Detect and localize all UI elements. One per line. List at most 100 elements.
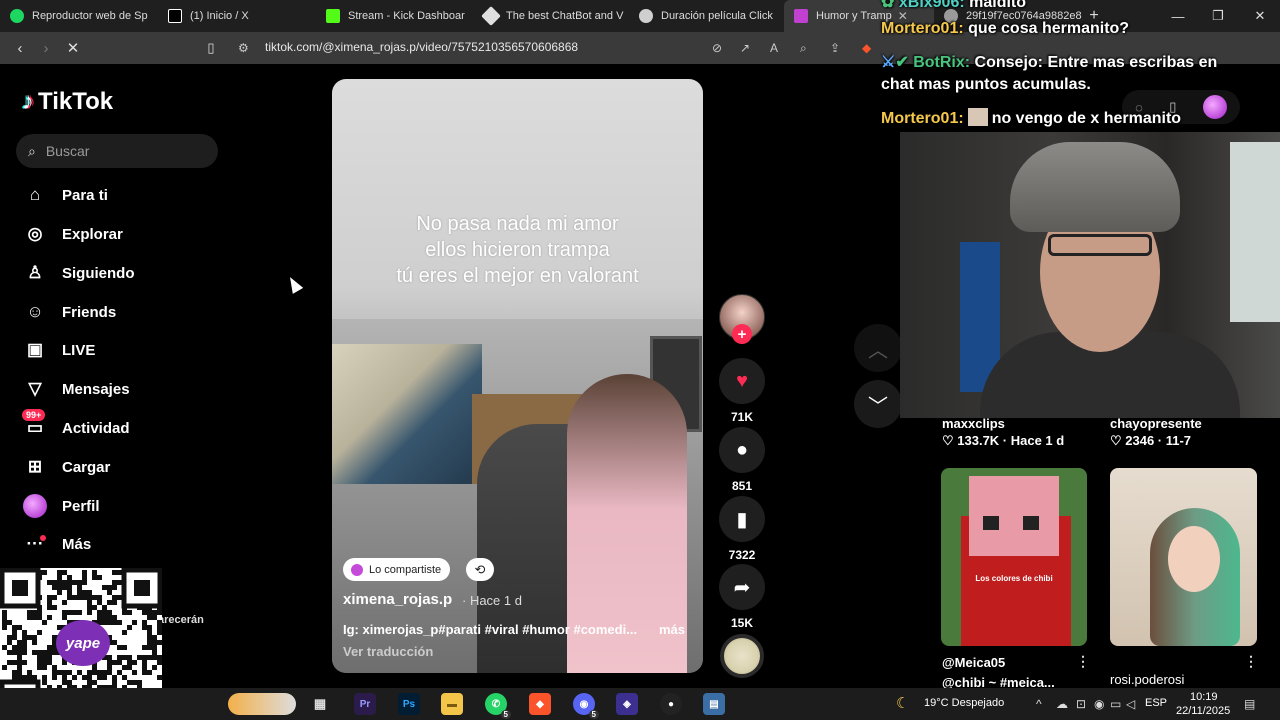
search-box[interactable]: ⌕	[16, 134, 218, 168]
minimize-button[interactable]: —	[1158, 0, 1198, 32]
url-field[interactable]: tiktok.com/@ximena_rojas.p/video/7575210…	[265, 40, 578, 54]
sword-icon: ⚔	[881, 54, 896, 71]
tab-kick[interactable]: Stream - Kick Dashboar	[316, 0, 474, 32]
forward-icon[interactable]: ›	[33, 35, 59, 61]
comment-count: 851	[731, 479, 753, 493]
nav-live[interactable]: ▣ LIVE	[22, 333, 222, 367]
stop-loading-icon[interactable]: ✕	[60, 35, 86, 61]
notepad-icon[interactable]: ▤	[703, 693, 725, 715]
premiere-icon[interactable]: Pr	[354, 693, 376, 715]
more-options-icon[interactable]: ⋮	[1076, 653, 1090, 670]
translate-link[interactable]: Ver traducción	[343, 644, 433, 659]
clock-date[interactable]: 22/11/2025	[1176, 705, 1230, 717]
close-window-button[interactable]: ✕	[1240, 0, 1280, 32]
site-settings-icon[interactable]: ⚙	[238, 41, 249, 55]
repost-icon[interactable]: ⟲	[466, 558, 494, 581]
video-caption: Ig: ximerojas_p#parati #viral #humor #co…	[343, 622, 638, 637]
cloud-icon[interactable]: ☁	[1056, 697, 1068, 711]
nav-mensajes[interactable]: ▽ Mensajes	[22, 372, 222, 406]
rec-thumbnail-minecraft[interactable]: Los colores de chibi	[941, 468, 1087, 646]
avatar[interactable]	[1202, 95, 1227, 119]
avatar	[351, 563, 363, 576]
rec-author[interactable]: maxxclips	[942, 416, 1005, 431]
share-icon[interactable]: ⇪	[830, 41, 840, 55]
network-icon[interactable]: ▭	[1110, 697, 1121, 711]
back-icon[interactable]: ‹	[7, 35, 33, 61]
maximize-button[interactable]: ❐	[1198, 0, 1238, 32]
nav-cargar[interactable]: ⊞ Cargar	[22, 450, 222, 484]
rec-thumbnail-girl[interactable]	[1110, 468, 1257, 646]
caption-more-link[interactable]: más	[659, 622, 685, 637]
tiktok-logo[interactable]: ♪ TikTok	[22, 88, 113, 116]
rec-author[interactable]: chayopresente	[1110, 416, 1202, 431]
clock-time[interactable]: 10:19	[1190, 691, 1218, 703]
weather-text[interactable]: 19°C Despejado	[924, 697, 1004, 709]
comment-icon[interactable]: ●	[719, 427, 765, 473]
nav-label: Friends	[62, 303, 117, 321]
nav-mas[interactable]: ··· Más	[22, 527, 222, 561]
nav-perfil[interactable]: Perfil	[22, 489, 222, 523]
tab-chatgpt[interactable]: Duración película Click	[629, 0, 784, 32]
brave-icon[interactable]: ◆	[529, 693, 551, 715]
chat-username: Mortero01:	[881, 110, 964, 127]
video-author[interactable]: ximena_rojas.p	[343, 591, 452, 608]
video-player[interactable]: No pasa nada mi amor ellos hicieron tram…	[332, 79, 703, 673]
chevron-up-icon[interactable]: ︿	[854, 324, 902, 372]
whatsapp-icon[interactable]: ✆ 5	[485, 693, 511, 719]
translate-icon[interactable]: A	[770, 41, 778, 55]
windows-taskbar: ▦ Pr Ps ▬ ✆ 5 ◆ ◉ 5 ◈ ● ▤ ☾ 19°C Despejado…	[0, 688, 1280, 720]
music-disc-icon[interactable]	[720, 634, 764, 678]
profile-avatar	[22, 493, 48, 519]
like-action[interactable]: ♥ 71K	[718, 358, 766, 424]
zoom-icon[interactable]: ⌕	[800, 41, 807, 56]
tab-spotify[interactable]: Reproductor web de Sp	[0, 0, 158, 32]
nav-explorar[interactable]: ◎ Explorar	[22, 217, 222, 251]
share-arrow-icon[interactable]: ➦	[719, 564, 765, 610]
moon-weather-icon[interactable]: ☾	[896, 694, 909, 712]
nav-para-ti[interactable]: ⌂ Para ti	[22, 178, 222, 212]
rec-author[interactable]: @Meica05	[942, 655, 1005, 670]
file-explorer-icon[interactable]: ▬	[441, 693, 463, 715]
heart-icon[interactable]: ♥	[719, 358, 765, 404]
nav-siguiendo[interactable]: ♙ Siguiendo	[22, 256, 222, 290]
chevron-up-tray-icon[interactable]: ^	[1036, 697, 1042, 711]
app-icon[interactable]: ◈	[616, 693, 638, 715]
mouse-cursor-icon	[284, 274, 304, 294]
task-view-icon[interactable]: ▦	[309, 693, 331, 715]
search-widget-icon[interactable]	[228, 693, 296, 715]
photoshop-icon[interactable]: Ps	[398, 693, 420, 715]
more-options-icon[interactable]: ⋮	[1244, 653, 1258, 670]
bookmark-icon[interactable]: ▮	[719, 496, 765, 542]
obs-icon[interactable]: ●	[660, 693, 682, 715]
nav-friends[interactable]: ☺ Friends	[22, 295, 222, 329]
no-camera-icon[interactable]: ⊘	[712, 41, 722, 55]
camera-icon[interactable]: ◉	[1094, 697, 1104, 711]
discord-icon[interactable]: ◉ 5	[573, 693, 599, 719]
chat-message: Mortero01: no vengo de x hermanito	[881, 108, 1181, 128]
chat-text: Consejo: Entre mas escribas en	[974, 54, 1218, 71]
music-action[interactable]	[718, 634, 766, 678]
chevron-down-icon[interactable]: ﹀	[854, 380, 902, 428]
brave-shield-icon[interactable]: ◆	[862, 41, 871, 55]
language-indicator[interactable]: ESP	[1145, 697, 1167, 709]
tab-label: (1) Inicio / X	[190, 10, 249, 22]
home-icon: ⌂	[29, 185, 41, 204]
usb-icon[interactable]: ⊡	[1076, 697, 1086, 711]
notification-icon[interactable]: ▤	[1244, 697, 1255, 711]
search-input[interactable]	[45, 143, 196, 159]
volume-icon[interactable]: ◁	[1126, 697, 1135, 711]
rec-author[interactable]: rosi.poderosi	[1110, 672, 1184, 687]
comment-action[interactable]: ● 851	[718, 427, 766, 493]
shared-pill[interactable]: Lo compartiste	[343, 558, 451, 581]
tab-botrix[interactable]: The best ChatBot and V	[474, 0, 629, 32]
share-action[interactable]: ➦ 15K	[718, 564, 766, 630]
bookmark-icon[interactable]: ▯	[198, 35, 224, 61]
partial-text: arecerán	[158, 614, 204, 626]
nav-actividad[interactable]: ▭ 99+ Actividad	[22, 409, 222, 445]
follow-plus-icon[interactable]: +	[732, 324, 752, 344]
save-action[interactable]: ▮ 7322	[718, 496, 766, 562]
creator-avatar-group[interactable]: +	[718, 294, 766, 350]
discord-badge: 5	[588, 710, 599, 719]
open-external-icon[interactable]: ↗	[740, 41, 750, 55]
tab-x[interactable]: (1) Inicio / X	[158, 0, 316, 32]
